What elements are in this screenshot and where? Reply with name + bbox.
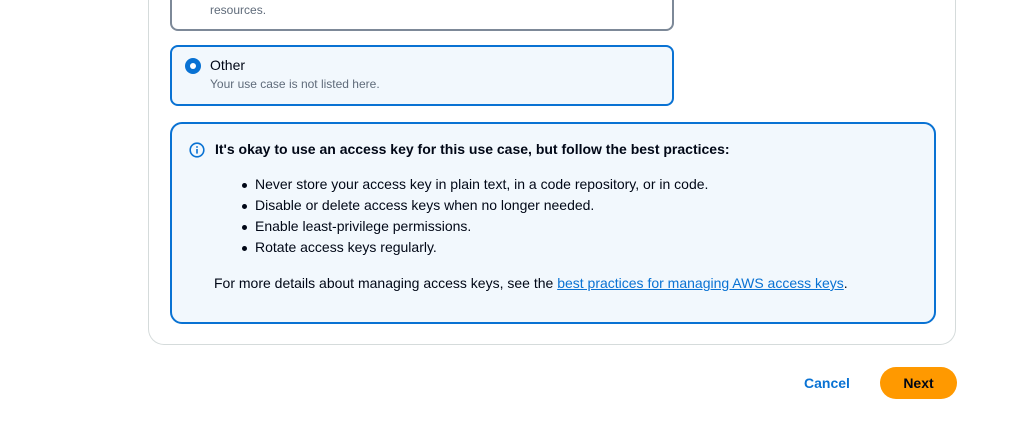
list-item: Disable or delete access keys when no lo…	[241, 195, 708, 216]
best-practices-alert: It's okay to use an access key for this …	[170, 122, 936, 324]
list-item: Never store your access key in plain tex…	[241, 174, 708, 195]
use-case-option-previous[interactable]: resources.	[170, 0, 674, 31]
cancel-button[interactable]: Cancel	[791, 367, 863, 399]
more-details-prefix: For more details about managing access k…	[214, 275, 558, 291]
best-practices-link[interactable]: best practices for managing AWS access k…	[557, 275, 844, 291]
more-details-text: For more details about managing access k…	[214, 275, 848, 291]
list-item: Rotate access keys regularly.	[241, 237, 708, 258]
more-details-suffix: .	[843, 275, 848, 291]
radio-selected-icon[interactable]	[185, 58, 201, 74]
info-icon	[189, 142, 205, 158]
use-case-option-other[interactable]: Other Your use case is not listed here.	[170, 45, 674, 106]
best-practices-list: Never store your access key in plain tex…	[230, 174, 708, 258]
option-title: Other	[210, 57, 246, 73]
alert-heading: It's okay to use an access key for this …	[215, 141, 730, 157]
next-button[interactable]: Next	[880, 367, 957, 399]
list-item: Enable least-privilege permissions.	[241, 216, 708, 237]
option-description: resources.	[210, 3, 267, 17]
option-description: Your use case is not listed here.	[210, 77, 380, 91]
